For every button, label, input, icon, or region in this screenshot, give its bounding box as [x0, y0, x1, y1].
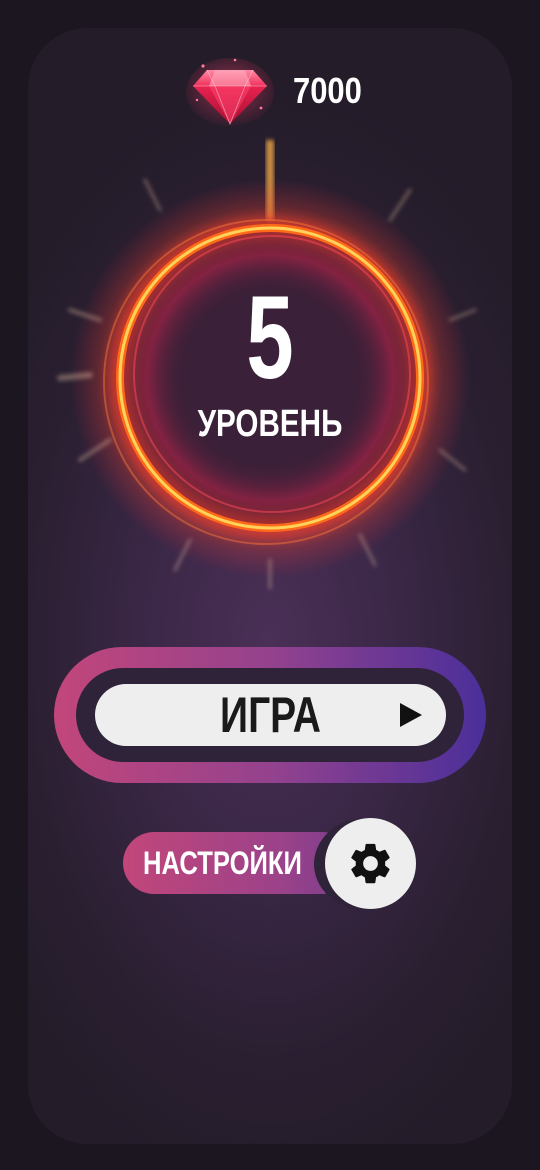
game-menu-screen: 7000 5 УРОВЕНЬ ИГРА НАСТРОЙКИ	[0, 0, 540, 1170]
play-triangle-icon	[400, 703, 422, 727]
play-button[interactable]: ИГРА	[95, 684, 446, 746]
play-label: ИГРА	[220, 687, 321, 743]
settings-label: НАСТРОЙКИ	[143, 845, 302, 881]
gear-icon	[351, 843, 390, 884]
play-button-frame: ИГРА	[54, 647, 486, 783]
level-label: УРОВЕНЬ	[197, 403, 343, 445]
gem-count: 7000	[293, 70, 362, 111]
ruby-gem-icon	[185, 56, 275, 128]
settings-gear-button[interactable]	[325, 818, 416, 909]
level-number: 5	[246, 272, 294, 404]
